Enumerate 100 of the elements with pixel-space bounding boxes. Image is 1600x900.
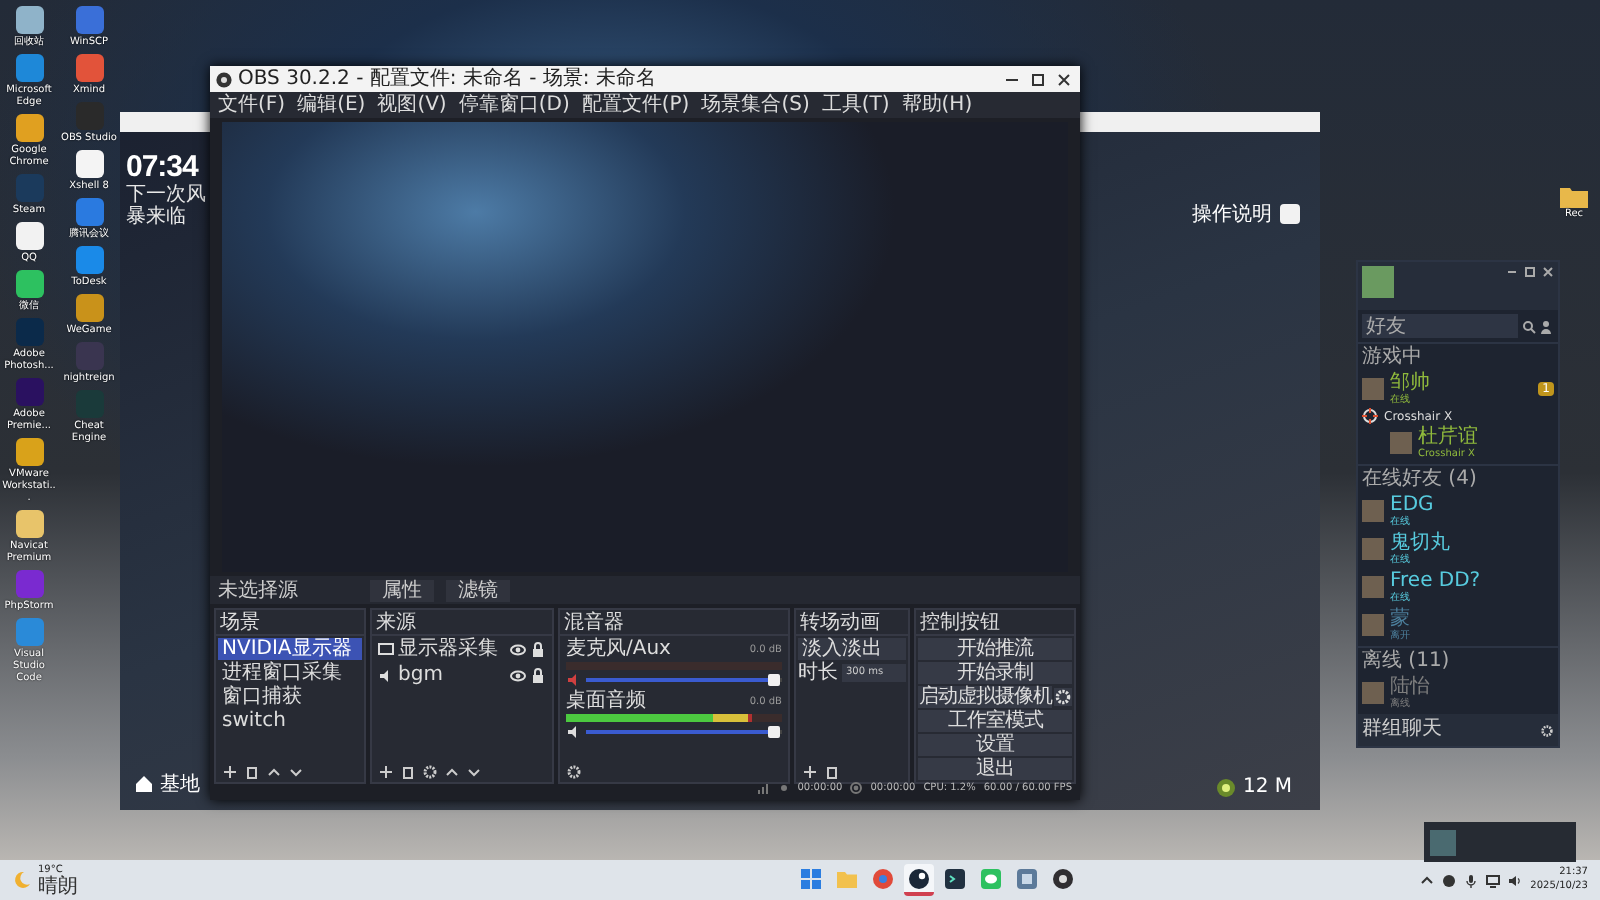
- slider-thumb[interactable]: [768, 726, 781, 738]
- panel-title: 场景: [220, 611, 260, 633]
- volume-slider[interactable]: [586, 726, 782, 738]
- close-icon[interactable]: [1054, 69, 1074, 89]
- app-shortcut-icon[interactable]: [75, 294, 103, 322]
- chevron-up-icon[interactable]: [1420, 873, 1435, 887]
- menu-item[interactable]: 文件(F): [218, 93, 286, 117]
- app-shortcut-icon[interactable]: [15, 114, 43, 142]
- panel-title: 混音器: [564, 611, 624, 633]
- gear-icon[interactable]: [1540, 723, 1554, 737]
- menu-item[interactable]: 停靠窗口(D): [458, 93, 570, 117]
- network-icon[interactable]: [1486, 873, 1501, 887]
- lock-icon[interactable]: [530, 642, 546, 658]
- eye-icon[interactable]: [510, 642, 526, 658]
- folder-icon[interactable]: [1560, 186, 1588, 208]
- friend-name[interactable]: 鬼切丸: [1390, 532, 1554, 554]
- trash-icon[interactable]: [824, 763, 840, 779]
- window-title: OBS 30.2.2 - 配置文件: 未命名 - 场景: 未命名: [238, 67, 656, 91]
- friend-name[interactable]: Free DD?: [1390, 570, 1554, 592]
- source-item[interactable]: 显示器采集: [398, 638, 506, 662]
- source-item[interactable]: bgm: [398, 664, 506, 688]
- add-friend-icon[interactable]: [1540, 319, 1554, 333]
- avatar-placeholder: [1362, 538, 1384, 560]
- chevron-up-icon[interactable]: [266, 763, 282, 779]
- friend-name[interactable]: 杜芹谊: [1418, 426, 1554, 448]
- scene-item[interactable]: NVIDIA显示器: [218, 638, 362, 660]
- trash-icon[interactable]: [400, 763, 416, 779]
- app-shortcut-icon[interactable]: [15, 222, 43, 250]
- avatar-placeholder: [1390, 432, 1412, 454]
- maximize-icon[interactable]: [1524, 266, 1536, 278]
- friend-name[interactable]: 陆怡: [1390, 676, 1554, 698]
- search-icon[interactable]: [1522, 319, 1536, 333]
- volume-slider[interactable]: [586, 674, 782, 686]
- app-shortcut-icon[interactable]: [15, 270, 43, 298]
- section-heading[interactable]: 离线 (11): [1362, 650, 1554, 674]
- maximize-icon[interactable]: [1028, 69, 1048, 89]
- app-shortcut-icon[interactable]: [15, 438, 43, 466]
- menu-item[interactable]: 工具(T): [821, 93, 890, 117]
- panel-title: 来源: [376, 611, 416, 633]
- avatar-placeholder: [1362, 682, 1384, 704]
- control-button[interactable]: 开始推流: [918, 638, 1072, 660]
- menu-item[interactable]: 视图(V): [377, 93, 447, 117]
- plus-icon[interactable]: [378, 763, 394, 779]
- plus-icon[interactable]: [222, 763, 238, 779]
- menu-item[interactable]: 场景集合(S): [701, 93, 810, 117]
- countdown-clock: 07:34: [126, 150, 201, 184]
- home-icon: [134, 774, 154, 794]
- chevron-down-icon[interactable]: [288, 763, 304, 779]
- minimize-icon[interactable]: [1506, 266, 1518, 278]
- control-button[interactable]: 开始录制: [918, 662, 1072, 684]
- plus-icon[interactable]: [802, 763, 818, 779]
- trash-icon[interactable]: [244, 763, 260, 779]
- distance-label: 12 M: [1242, 776, 1292, 798]
- transition-dropdown[interactable]: 淡入淡出: [798, 638, 906, 660]
- avatar-placeholder: [1362, 614, 1384, 636]
- slider-thumb[interactable]: [768, 674, 781, 686]
- app-shortcut-icon[interactable]: [75, 150, 103, 178]
- avatar-placeholder: [1430, 829, 1456, 855]
- scene-item[interactable]: 进程窗口采集: [218, 662, 362, 684]
- source-action-button[interactable]: 属性: [370, 579, 434, 601]
- menu-item[interactable]: 配置文件(P): [581, 93, 690, 117]
- app-shortcut-icon[interactable]: [15, 510, 43, 538]
- scene-item[interactable]: 窗口捕获: [218, 686, 362, 708]
- control-button[interactable]: 工作室模式: [918, 710, 1072, 732]
- section-heading[interactable]: 游戏中: [1362, 346, 1554, 370]
- chevron-up-icon[interactable]: [444, 763, 460, 779]
- microphone-icon[interactable]: [1464, 873, 1479, 887]
- no-source-label: 未选择源: [218, 577, 300, 604]
- avatar-placeholder: [1362, 378, 1384, 400]
- speaker-icon[interactable]: [1508, 873, 1523, 887]
- key-hint-icon: [1280, 204, 1300, 224]
- control-button[interactable]: 启动虚拟摄像机: [918, 686, 1052, 708]
- control-button[interactable]: 设置: [918, 734, 1072, 756]
- taskbar-app-button[interactable]: [903, 864, 934, 896]
- game-icon: [1015, 867, 1038, 889]
- gear-icon[interactable]: [566, 763, 582, 779]
- section-heading[interactable]: 在线好友 (4): [1362, 468, 1554, 492]
- app-shortcut-icon[interactable]: [15, 6, 43, 34]
- scene-item[interactable]: switch: [218, 710, 362, 732]
- control-button[interactable]: 退出: [918, 758, 1072, 780]
- friend-name[interactable]: EDG: [1390, 494, 1554, 516]
- friend-name[interactable]: 蒙: [1390, 608, 1554, 630]
- target-icon: [1216, 777, 1237, 797]
- close-icon[interactable]: [1542, 266, 1554, 278]
- start-icon: [799, 867, 822, 889]
- gear-icon[interactable]: [422, 763, 438, 779]
- friends-search-field[interactable]: 好友: [1362, 314, 1518, 338]
- menu-item[interactable]: 编辑(E): [297, 93, 366, 117]
- panel-title: 转场动画: [800, 611, 880, 633]
- storm-caption: 下一次风暴来临: [126, 184, 206, 228]
- eye-icon[interactable]: [510, 668, 526, 684]
- lock-icon[interactable]: [530, 668, 546, 684]
- source-action-button[interactable]: 滤镜: [446, 579, 510, 601]
- friend-name[interactable]: 邹帅: [1390, 372, 1533, 394]
- channel-name: 桌面音频: [566, 690, 646, 712]
- menu-item[interactable]: 帮助(H): [901, 93, 973, 117]
- gear-icon[interactable]: [1054, 688, 1072, 706]
- moon-icon: [12, 870, 32, 890]
- signal-icon: [757, 782, 770, 794]
- chevron-down-icon[interactable]: [466, 763, 482, 779]
